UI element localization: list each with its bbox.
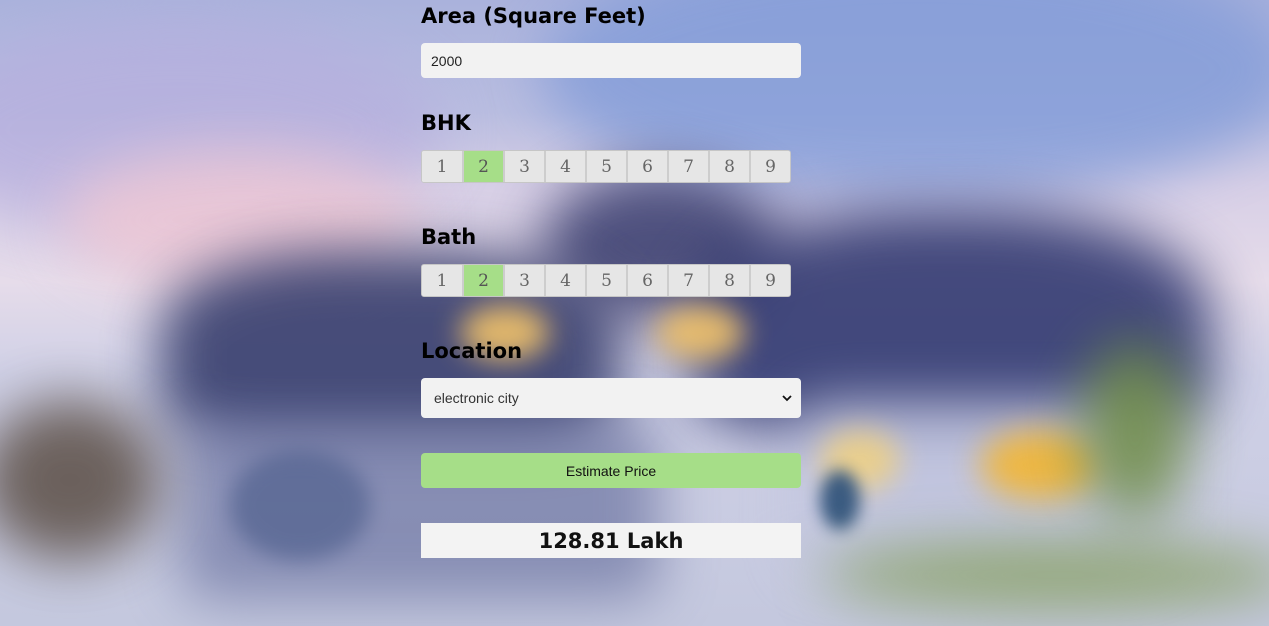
bhk-option-4[interactable]: 4	[544, 151, 585, 182]
bhk-option-1[interactable]: 1	[422, 151, 462, 182]
bath-option-5[interactable]: 5	[585, 265, 626, 296]
bath-option-9[interactable]: 9	[749, 265, 790, 296]
bhk-label: BHK	[421, 111, 471, 135]
location-select[interactable]: electronic city	[421, 378, 801, 418]
estimate-price-button[interactable]: Estimate Price	[421, 453, 801, 488]
bath-selector: 123456789	[421, 264, 791, 297]
area-label: Area (Square Feet)	[421, 4, 646, 28]
bath-option-6[interactable]: 6	[626, 265, 667, 296]
bath-option-1[interactable]: 1	[422, 265, 462, 296]
bhk-option-8[interactable]: 8	[708, 151, 749, 182]
bhk-option-9[interactable]: 9	[749, 151, 790, 182]
chevron-down-icon	[781, 392, 793, 404]
estimated-price-result: 128.81 Lakh	[421, 523, 801, 558]
bhk-option-7[interactable]: 7	[667, 151, 708, 182]
bath-option-3[interactable]: 3	[503, 265, 544, 296]
bath-option-4[interactable]: 4	[544, 265, 585, 296]
bhk-option-2[interactable]: 2	[462, 151, 503, 182]
bath-option-2[interactable]: 2	[462, 265, 503, 296]
bhk-selector: 123456789	[421, 150, 791, 183]
location-selected-value: electronic city	[434, 390, 519, 406]
bath-option-7[interactable]: 7	[667, 265, 708, 296]
bath-label: Bath	[421, 225, 477, 249]
area-input[interactable]	[421, 43, 801, 78]
bhk-option-3[interactable]: 3	[503, 151, 544, 182]
bhk-option-6[interactable]: 6	[626, 151, 667, 182]
bath-option-8[interactable]: 8	[708, 265, 749, 296]
bhk-option-5[interactable]: 5	[585, 151, 626, 182]
location-label: Location	[421, 339, 523, 363]
